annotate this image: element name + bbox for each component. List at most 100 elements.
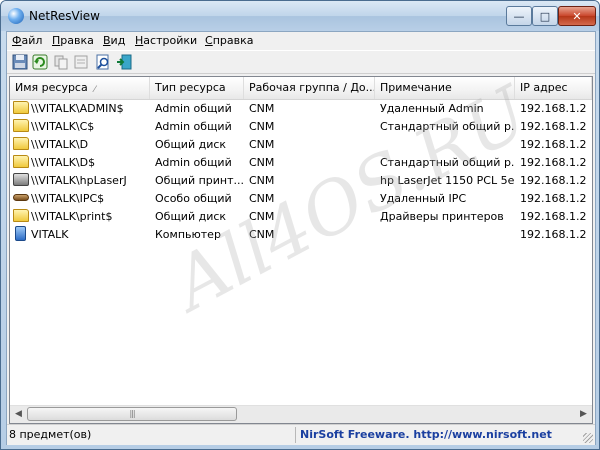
exit-icon [117, 54, 132, 70]
column-resource-name[interactable]: Имя ресурса ⁄ [10, 77, 150, 99]
column-ip-address-label: IP адрес [520, 81, 568, 94]
grip-icon: ||| [129, 409, 135, 418]
item-count: 8 предмет(ов) [9, 428, 92, 441]
close-icon: ✕ [572, 9, 582, 23]
column-comment-label: Примечание [380, 81, 452, 94]
cell-ip-address: 192.168.1.2 [520, 102, 587, 115]
exit-button[interactable] [116, 54, 132, 70]
cell-ip-address: 192.168.1.2 [520, 174, 587, 187]
menu-view-accel: В [103, 34, 111, 47]
scroll-left-button[interactable]: ◀ [10, 406, 27, 423]
maximize-button[interactable]: □ [532, 6, 558, 26]
cell-resource-name: \\VITALK\D [10, 136, 150, 154]
resize-grip-icon[interactable] [583, 433, 593, 443]
cell-ip-address: 192.168.1.2 [520, 210, 587, 223]
cell-workgroup: CNM [249, 210, 275, 223]
sort-arrow-icon: ⁄ [94, 85, 96, 95]
table-row[interactable]: \\VITALK\C$ Admin общий CNM Стандартный … [10, 118, 592, 136]
scroll-right-button[interactable]: ▶ [575, 406, 592, 423]
menu-settings[interactable]: Настройки [132, 33, 200, 48]
properties-button[interactable] [73, 54, 89, 70]
cell-comment [375, 226, 515, 244]
column-workgroup[interactable]: Рабочая группа / До... [244, 77, 375, 99]
table-row[interactable]: \\VITALK\hpLaserJ Общий принт... CNM hp … [10, 172, 592, 190]
cell-resource-type: Admin общий [155, 102, 232, 115]
cell-workgroup: CNM [249, 138, 275, 151]
status-bar: 8 предмет(ов) NirSoft Freeware. http://w… [7, 424, 595, 445]
cell-resource-type: Компьютер [155, 228, 221, 241]
resource-name: \\VITALK\hpLaserJ [31, 174, 127, 187]
menu-help-accel: С [205, 34, 213, 47]
title-bar[interactable]: NetResView — □ ✕ [1, 1, 599, 31]
cell-ip-address: 192.168.1.2 [520, 138, 587, 151]
menu-view-label: ид [110, 34, 126, 47]
cell-ip-address: 192.168.1.2 [520, 120, 587, 133]
menu-view[interactable]: Вид [100, 33, 128, 48]
cell-ip-address: 192.168.1.2 [520, 156, 587, 169]
resource-list[interactable]: Имя ресурса ⁄ Тип ресурса Рабочая группа … [9, 76, 593, 424]
table-row[interactable]: \\VITALK\D$ Admin общий CNM Стандартный … [10, 154, 592, 172]
refresh-button[interactable] [32, 54, 48, 70]
close-button[interactable]: ✕ [558, 6, 596, 26]
cell-resource-name: \\VITALK\ADMIN$ [10, 100, 150, 118]
menu-file[interactable]: Файл [9, 33, 45, 48]
folder-icon [13, 101, 29, 114]
pipe-icon [13, 194, 29, 201]
cell-comment: Стандартный общий р... [380, 120, 515, 133]
cell-comment: Удаленный IPC [380, 192, 467, 205]
cell-resource-type: Общий диск [155, 138, 227, 151]
save-button[interactable] [12, 54, 28, 70]
column-resource-name-label: Имя ресурса [15, 81, 88, 94]
cell-comment: Удаленный Admin [380, 102, 484, 115]
folder-icon [13, 137, 29, 150]
cell-resource-name: \\VITALK\D$ [10, 154, 150, 172]
table-row[interactable]: \\VITALK\D Общий диск CNM 192.168.1.2 [10, 136, 592, 154]
table-row[interactable]: \\VITALK\print$ Общий диск CNM Драйверы … [10, 208, 592, 226]
menu-edit[interactable]: Правка [49, 33, 97, 48]
minimize-button[interactable]: — [506, 6, 532, 26]
cell-workgroup: CNM [249, 102, 275, 115]
cell-resource-type: Admin общий [155, 156, 232, 169]
horizontal-scrollbar[interactable]: ◀ ||| ▶ [10, 405, 592, 423]
table-row[interactable]: \\VITALK\IPC$ Особо общий CNM Удаленный … [10, 190, 592, 208]
find-button[interactable] [95, 54, 111, 70]
cell-resource-name: VITALK [10, 226, 150, 244]
window-title: NetResView [29, 9, 100, 23]
toolbar [7, 50, 595, 74]
find-icon [96, 54, 109, 70]
resource-name: \\VITALK\ADMIN$ [31, 102, 124, 115]
column-resource-type-label: Тип ресурса [155, 81, 226, 94]
cell-resource-name: \\VITALK\C$ [10, 118, 150, 136]
cell-workgroup: CNM [249, 120, 275, 133]
refresh-icon [32, 54, 48, 70]
properties-icon [74, 55, 88, 69]
cell-comment: Драйверы принтеров [380, 210, 504, 223]
app-window: NetResView — □ ✕ Файл Правка Вид Настрой… [0, 0, 600, 450]
resource-name: \\VITALK\print$ [31, 210, 113, 223]
menu-help[interactable]: Справка [202, 33, 256, 48]
column-ip-address[interactable]: IP адрес [515, 77, 592, 99]
client-area: Файл Правка Вид Настройки Справка Имя ре… [6, 31, 596, 445]
cell-workgroup: CNM [249, 192, 275, 205]
menu-edit-label: равка [60, 34, 94, 47]
nirsoft-link[interactable]: NirSoft Freeware. http://www.nirsoft.net [295, 427, 591, 443]
column-workgroup-label: Рабочая группа / До... [249, 81, 375, 94]
list-header: Имя ресурса ⁄ Тип ресурса Рабочая группа … [10, 77, 592, 100]
floppy-icon [12, 54, 28, 70]
cell-comment: Стандартный общий р... [380, 156, 515, 169]
scroll-thumb[interactable]: ||| [27, 407, 237, 421]
column-comment[interactable]: Примечание [375, 77, 515, 99]
resource-name: VITALK [31, 228, 69, 241]
minimize-icon: — [513, 9, 525, 23]
resource-name: \\VITALK\D [31, 138, 89, 151]
cell-comment: hp LaserJet 1150 PCL 5e [380, 174, 515, 187]
table-row[interactable]: \\VITALK\ADMIN$ Admin общий CNM Удаленны… [10, 100, 592, 118]
folder-icon [13, 119, 29, 132]
resource-name: \\VITALK\C$ [31, 120, 95, 133]
column-resource-type[interactable]: Тип ресурса [150, 77, 244, 99]
table-row[interactable]: VITALK Компьютер CNM 192.168.1.2 [10, 226, 592, 244]
cell-ip-address: 192.168.1.2 [520, 228, 587, 241]
copy-button[interactable] [53, 54, 69, 70]
cell-ip-address: 192.168.1.2 [520, 192, 587, 205]
cell-resource-type: Admin общий [155, 120, 232, 133]
